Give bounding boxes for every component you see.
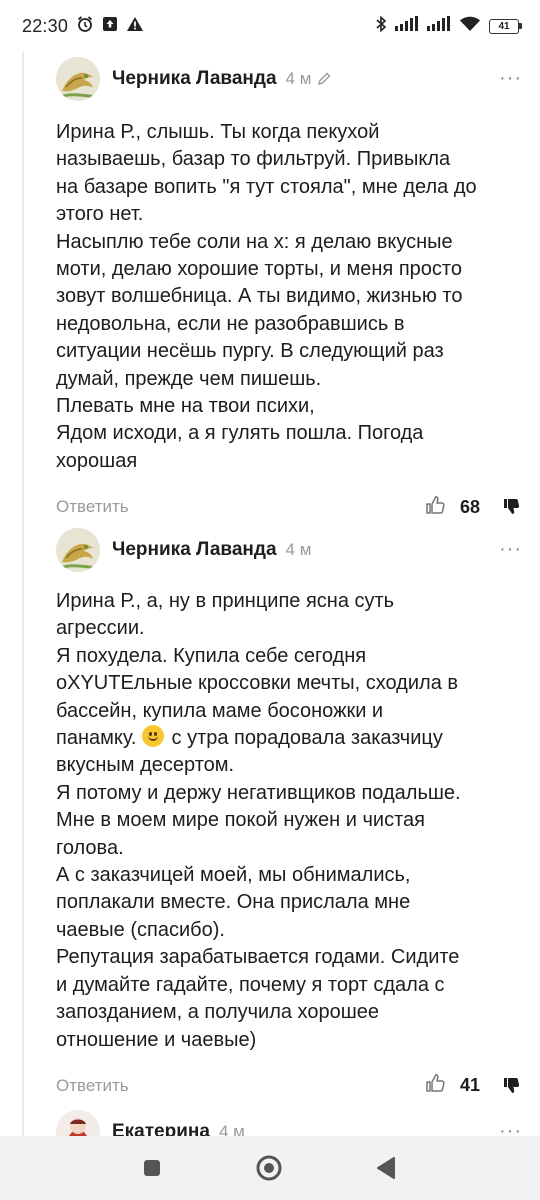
thread-line: [22, 52, 24, 1136]
author-name[interactable]: Екатерина: [112, 1121, 210, 1136]
comment: Черника Лаванда 4 м ··· Ирина Р., слышь.…: [56, 55, 526, 527]
author-name[interactable]: Черника Лаванда: [112, 68, 277, 90]
like-thumb-up-icon[interactable]: [424, 494, 446, 521]
wifi-icon: [459, 16, 481, 37]
comment-header: Черника Лаванда 4 м ···: [56, 526, 526, 574]
dislike-thumb-down-icon[interactable]: [502, 497, 522, 517]
comment-time: 4 м: [285, 69, 312, 88]
avatar[interactable]: [56, 57, 100, 101]
signal-icon-sim1: [395, 15, 419, 37]
comment-header: Екатерина 4 м ···: [56, 1108, 526, 1136]
comment-actions: Ответить 68: [56, 487, 526, 527]
comment-header: Черника Лаванда 4 м ···: [56, 55, 526, 103]
edited-pencil-icon: [317, 72, 331, 86]
like-count: 68: [460, 496, 481, 517]
avatar[interactable]: [56, 1110, 100, 1136]
back-triangle-icon[interactable]: [372, 1154, 400, 1182]
reply-button[interactable]: Ответить: [56, 497, 129, 517]
like-count: 41: [460, 1075, 481, 1096]
warning-icon: [126, 16, 144, 37]
more-options-icon[interactable]: ···: [499, 67, 522, 90]
comment: Черника Лаванда 4 м ··· Ирина Р., а, ну …: [56, 526, 526, 1106]
comment-text: Ирина Р., слышь. Ты когда пекухой называ…: [56, 121, 477, 472]
alarm-icon: [76, 15, 94, 38]
battery-level: 41: [489, 18, 519, 34]
smile-emoji-icon: [141, 725, 164, 748]
more-options-icon[interactable]: ···: [499, 538, 522, 561]
comment-time: 4 м: [218, 1122, 245, 1136]
bluetooth-icon: [375, 15, 387, 38]
avatar[interactable]: [56, 528, 100, 572]
comment-actions: Ответить 41: [56, 1066, 526, 1106]
upload-notification-icon: [102, 16, 118, 37]
comment-text: Ирина Р., а, ну в принципе ясна суть агр…: [56, 590, 461, 1051]
comment: Екатерина 4 м ···: [56, 1108, 526, 1136]
like-thumb-up-icon[interactable]: [424, 1072, 446, 1099]
comment-time: 4 м: [285, 540, 312, 559]
more-options-icon[interactable]: ···: [499, 1120, 522, 1136]
home-circle-icon[interactable]: [255, 1154, 283, 1182]
system-navigation-bar: [0, 1136, 540, 1200]
recents-square-icon[interactable]: [138, 1154, 166, 1182]
signal-icon-sim2: [427, 15, 451, 37]
dislike-thumb-down-icon[interactable]: [502, 1076, 522, 1096]
comments-feed[interactable]: Черника Лаванда 4 м ··· Ирина Р., слышь.…: [0, 52, 540, 1136]
battery-icon: 41: [489, 18, 522, 34]
status-time: 22:30: [22, 15, 69, 36]
status-bar: 22:30 41: [0, 0, 540, 52]
author-name[interactable]: Черника Лаванда: [112, 539, 277, 561]
reply-button[interactable]: Ответить: [56, 1076, 129, 1096]
